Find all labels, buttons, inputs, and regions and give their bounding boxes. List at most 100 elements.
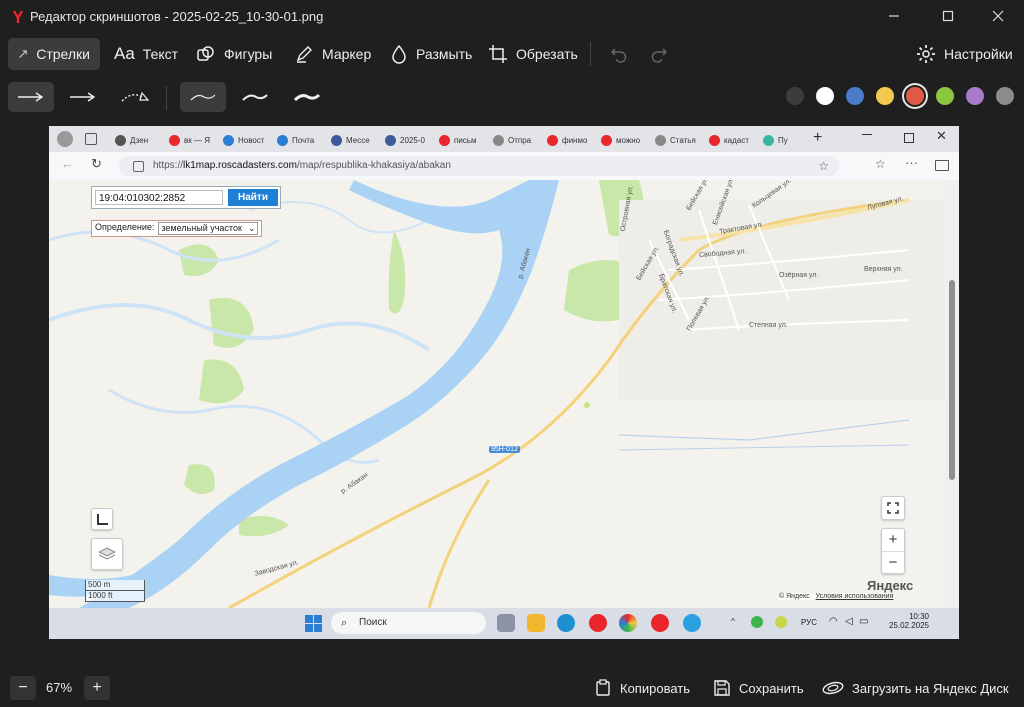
color-swatch-purple[interactable] (966, 87, 984, 105)
stroke-thick-button[interactable] (284, 82, 330, 112)
browser-tab[interactable]: можно (601, 130, 651, 150)
browser-tab[interactable]: Почта (277, 130, 327, 150)
browser-tab[interactable]: Дзен (115, 130, 165, 150)
profile-avatar[interactable] (57, 131, 73, 147)
tray-app-icon-2[interactable] (775, 616, 787, 628)
browser-tab[interactable]: 2025-0 (385, 130, 435, 150)
redo-button[interactable] (640, 38, 678, 70)
tab-favicon-icon (547, 134, 558, 146)
zoom-out-button[interactable]: − (10, 676, 36, 700)
browser-tab[interactable]: кадаст (709, 130, 759, 150)
browser-close-icon[interactable]: ✕ (936, 128, 947, 144)
close-button[interactable] (972, 0, 1024, 32)
arrows-tool-button[interactable]: Стрелки (8, 38, 100, 70)
zoom-in-button[interactable]: + (84, 676, 110, 700)
crop-tool-button[interactable]: Обрезать (478, 38, 588, 70)
back-icon[interactable]: ← (61, 156, 74, 171)
url-field[interactable]: https://lk1map.roscadasters.com/map/resp… (119, 156, 839, 176)
stroke-medium-button[interactable] (232, 82, 278, 112)
road-code-label: 95Н-012 (489, 446, 520, 453)
tab-actions-icon[interactable] (85, 133, 97, 145)
color-swatch-dark-gray[interactable] (786, 87, 804, 105)
scrollbar-thumb[interactable] (949, 280, 955, 480)
volume-icon[interactable]: ◁ (845, 616, 853, 627)
map-zoom-in-button[interactable]: + (889, 529, 898, 551)
tray-app-icon[interactable] (751, 616, 763, 628)
maximize-button[interactable] (922, 0, 974, 32)
color-swatch-green[interactable] (936, 87, 954, 105)
cadastral-number-input[interactable]: 19:04:010302:2852 (95, 190, 223, 205)
battery-icon[interactable]: ▭ (859, 616, 868, 627)
favorites-icon[interactable]: ☆ (875, 157, 886, 171)
definition-select[interactable]: земельный участок ⌄ (158, 222, 259, 235)
edge-icon[interactable] (557, 614, 575, 632)
browser-tab[interactable]: письм (439, 130, 489, 150)
sidebar-icon[interactable] (935, 160, 949, 171)
shapes-tool-button[interactable]: Фигуры (186, 38, 282, 70)
map-zoom-out-button[interactable]: − (882, 550, 904, 574)
color-swatch-gray[interactable] (996, 87, 1014, 105)
browser-tab[interactable]: Пу (763, 130, 813, 150)
editor-canvas[interactable]: Дзен вк — Я Новост Почта Мессе 2025-0 письм Отп… (0, 118, 1024, 668)
star-icon[interactable]: ☆ (818, 156, 829, 176)
ruler-button[interactable] (91, 508, 113, 530)
arrow-open-icon (70, 92, 96, 102)
more-icon[interactable]: ··· (905, 155, 918, 170)
bottom-bar: − 67% + Копировать Сохранить Загрузить н… (0, 670, 1024, 707)
browser-tab[interactable]: вк — Я (169, 130, 219, 150)
taskbar-search[interactable]: ⌕ Поиск (331, 612, 486, 634)
fullscreen-icon (887, 502, 899, 514)
upload-disk-button[interactable]: Загрузить на Яндекс Диск (822, 676, 1009, 700)
tray-language[interactable]: РУС (801, 618, 817, 627)
text-tool-label: Текст (142, 46, 179, 62)
save-button[interactable]: Сохранить (713, 676, 804, 700)
telegram-icon[interactable] (683, 614, 701, 632)
tab-favicon-icon (493, 134, 504, 146)
browser-tab[interactable]: Статья (655, 130, 705, 150)
browser-tab[interactable]: Отпра (493, 130, 543, 150)
arrow-style-solid-button[interactable] (8, 82, 54, 112)
minimize-button[interactable] (868, 0, 920, 32)
terms-link[interactable]: Условия использования (816, 593, 894, 600)
color-swatch-blue[interactable] (846, 87, 864, 105)
layers-button[interactable] (91, 538, 123, 570)
yandex-browser-icon[interactable] (589, 614, 607, 632)
browser-address-bar: ← ↻ https://lk1map.roscadasters.com/map/… (49, 152, 959, 180)
chrome-icon[interactable] (619, 614, 637, 632)
arrow-style-open-button[interactable] (60, 82, 106, 112)
tray-clock[interactable]: 10:30 25.02.2025 (885, 612, 929, 630)
browser-restore-icon[interactable] (904, 133, 914, 143)
file-explorer-icon[interactable] (527, 614, 545, 632)
arrow-icon (19, 50, 27, 58)
map-view[interactable]: р. Абакан р. Абакан 95Н-012 Бейская ул. … (49, 180, 945, 608)
wifi-icon[interactable]: ◠ (829, 616, 838, 627)
task-view-icon[interactable] (497, 614, 515, 632)
arrow-style-dotted-button[interactable] (112, 82, 158, 112)
windows-start-icon[interactable] (305, 615, 322, 632)
site-info-icon[interactable] (133, 161, 144, 172)
marker-tool-button[interactable]: Маркер (284, 38, 381, 70)
browser-tab[interactable]: Мессе (331, 130, 381, 150)
yandex-app-icon[interactable] (651, 614, 669, 632)
settings-button[interactable]: Настройки (906, 38, 1023, 70)
browser-tab[interactable]: финмо (547, 130, 597, 150)
stroke-thin-icon (190, 94, 216, 101)
scale-metric: 500 m (85, 580, 145, 591)
new-tab-icon[interactable]: + (813, 129, 822, 147)
color-swatch-white[interactable] (816, 87, 834, 105)
find-button[interactable]: Найти (228, 189, 278, 206)
page-scrollbar[interactable] (945, 180, 959, 608)
undo-button[interactable] (600, 38, 638, 70)
text-tool-button[interactable]: Aa Текст (104, 38, 188, 70)
browser-tab-label: кадаст (724, 135, 749, 145)
stroke-thin-button[interactable] (180, 82, 226, 112)
blur-tool-button[interactable]: Размыть (380, 38, 482, 70)
color-swatch-yellow[interactable] (876, 87, 894, 105)
tray-chevron-icon[interactable]: ^ (731, 617, 735, 626)
browser-tab[interactable]: Новост (223, 130, 273, 150)
color-swatch-red[interactable] (906, 87, 924, 105)
fullscreen-button[interactable] (881, 496, 905, 520)
copy-button[interactable]: Копировать (594, 676, 690, 700)
browser-minimize-icon[interactable] (862, 134, 872, 135)
reload-icon[interactable]: ↻ (91, 156, 102, 172)
